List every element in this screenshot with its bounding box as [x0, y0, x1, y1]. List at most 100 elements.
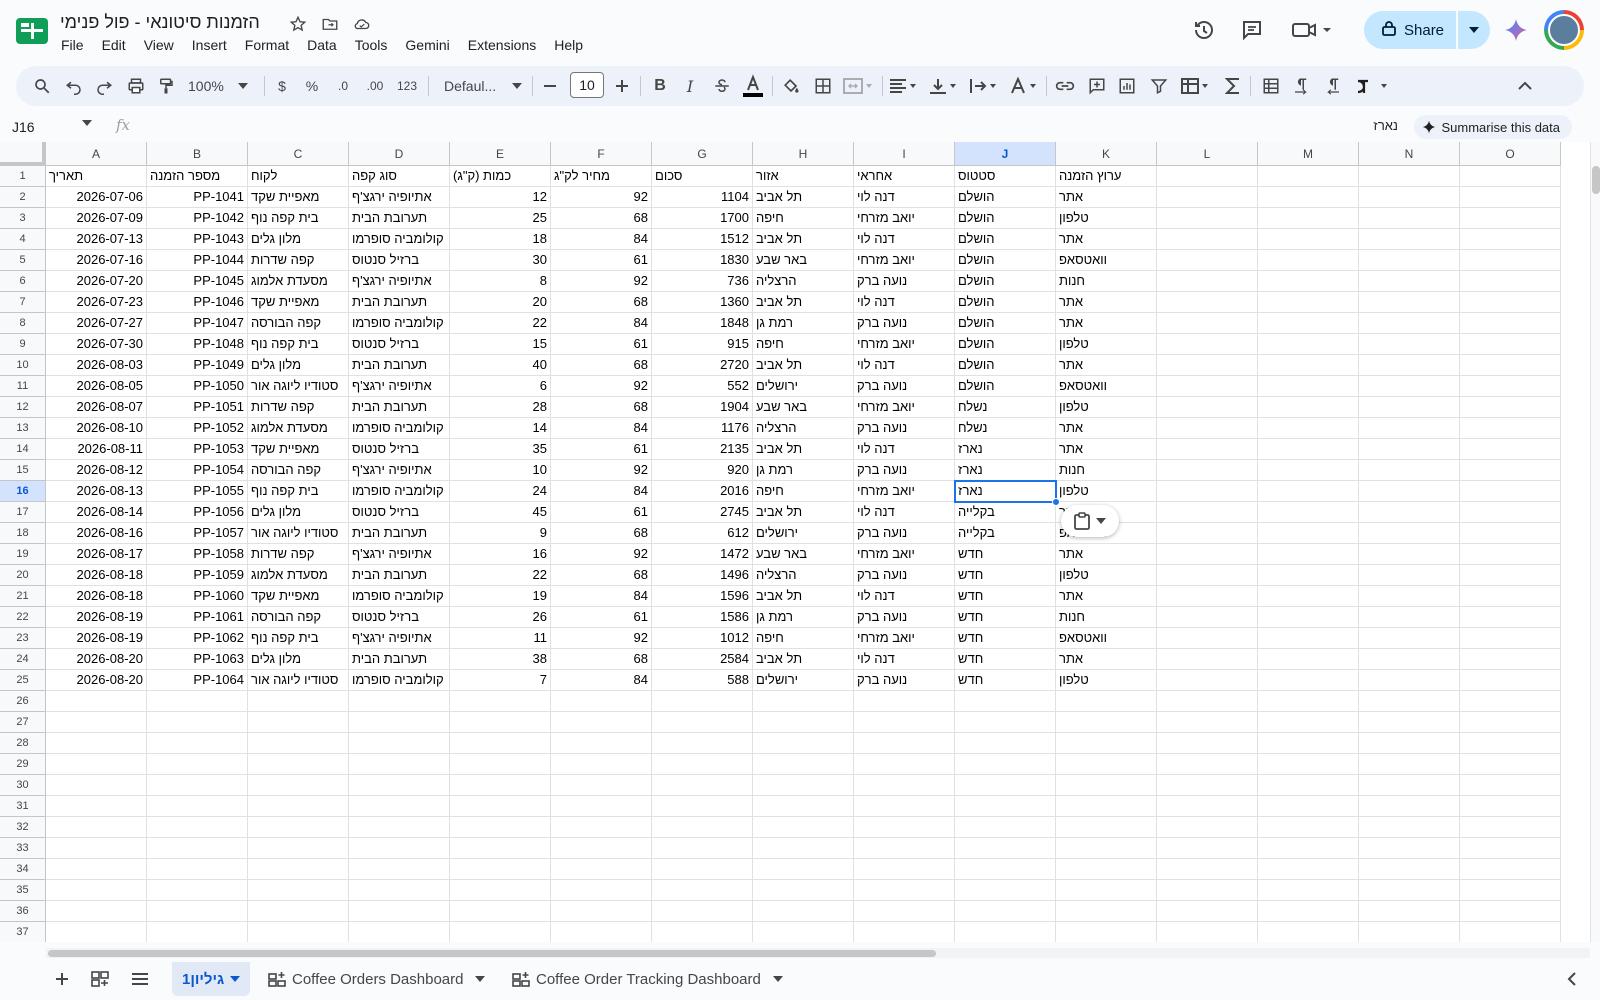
table-cell[interactable]: קפה שדרות	[248, 250, 349, 271]
table-cell[interactable]: תל אביב	[753, 229, 854, 250]
table-cell[interactable]	[248, 859, 349, 880]
table-cell[interactable]	[854, 775, 955, 796]
table-cell[interactable]	[349, 775, 450, 796]
undo-icon[interactable]	[62, 72, 86, 100]
header-cell[interactable]: תאריך	[46, 166, 147, 187]
table-cell[interactable]: קולומביה סופרמו	[349, 481, 450, 502]
table-cell[interactable]: 612	[652, 523, 753, 544]
table-cell[interactable]: ברזיל סנטוס	[349, 250, 450, 271]
row-header-30[interactable]: 30	[0, 775, 46, 796]
table-cell[interactable]: 9	[450, 523, 551, 544]
table-cell[interactable]	[1258, 397, 1359, 418]
table-cell[interactable]	[652, 775, 753, 796]
table-cell[interactable]	[248, 922, 349, 942]
table-cell[interactable]: קפה הבורסה	[248, 607, 349, 628]
table-cell[interactable]: חדש	[955, 565, 1056, 586]
table-cell[interactable]: 2584	[652, 649, 753, 670]
table-cell[interactable]: נועה ברק	[854, 418, 955, 439]
horizontal-scrollbar[interactable]	[46, 948, 1590, 958]
table-cell[interactable]	[1157, 334, 1258, 355]
column-header-a[interactable]: A	[46, 142, 147, 166]
column-header-j[interactable]: J	[955, 142, 1056, 166]
table-cell[interactable]: תערובת הבית	[349, 523, 450, 544]
table-cell[interactable]: בית קפה נוף	[248, 334, 349, 355]
table-cell[interactable]: טלפון	[1056, 565, 1157, 586]
table-cell[interactable]	[349, 901, 450, 922]
table-cell[interactable]	[652, 691, 753, 712]
column-header-o[interactable]: O	[1460, 142, 1561, 166]
table-cell[interactable]: 22	[450, 313, 551, 334]
table-cell[interactable]	[450, 838, 551, 859]
table-cell[interactable]	[1258, 250, 1359, 271]
table-cell[interactable]: 2026-07-13	[46, 229, 147, 250]
table-cell[interactable]: PP-1061	[147, 607, 248, 628]
column-header-b[interactable]: B	[147, 142, 248, 166]
table-cell[interactable]	[1056, 691, 1157, 712]
table-cell[interactable]: אתר	[1056, 187, 1157, 208]
table-cell[interactable]	[46, 796, 147, 817]
table-cell[interactable]	[1056, 859, 1157, 880]
column-header-n[interactable]: N	[1359, 142, 1460, 166]
table-cell[interactable]	[1460, 418, 1561, 439]
table-cell[interactable]	[1258, 439, 1359, 460]
table-cell[interactable]	[450, 817, 551, 838]
table-cell[interactable]: מאפיית שקד	[248, 586, 349, 607]
table-cell[interactable]: 2026-08-19	[46, 628, 147, 649]
table-cell[interactable]: מסעדת אלמוג	[248, 271, 349, 292]
table-cell[interactable]	[1460, 439, 1561, 460]
document-title[interactable]: הזמנות סיטונאי - פול פנימי	[60, 12, 260, 33]
table-cell[interactable]: אתר	[1056, 586, 1157, 607]
table-cell[interactable]: חנות	[1056, 271, 1157, 292]
table-cell[interactable]	[147, 691, 248, 712]
table-cell[interactable]: 2745	[652, 502, 753, 523]
table-cell[interactable]: אתר	[1056, 439, 1157, 460]
row-header-36[interactable]: 36	[0, 901, 46, 922]
fill-handle[interactable]	[1052, 498, 1060, 506]
table-cell[interactable]	[753, 880, 854, 901]
table-cell[interactable]	[1258, 229, 1359, 250]
table-cell[interactable]	[652, 922, 753, 942]
table-cell[interactable]: 1360	[652, 292, 753, 313]
table-cell[interactable]: 68	[551, 565, 652, 586]
table-cell[interactable]	[1359, 271, 1460, 292]
table-cell[interactable]	[1460, 565, 1561, 586]
table-cell[interactable]	[1157, 838, 1258, 859]
table-cell[interactable]	[1056, 838, 1157, 859]
table-cell[interactable]	[551, 754, 652, 775]
table-cell[interactable]	[652, 859, 753, 880]
font-family-select[interactable]: Defaul...	[438, 72, 528, 100]
table-cell[interactable]: קפה הבורסה	[248, 313, 349, 334]
table-cell[interactable]: סטודיו ליוגה אור	[248, 670, 349, 691]
table-cell[interactable]	[1157, 502, 1258, 523]
menu-edit[interactable]: Edit	[93, 35, 135, 57]
table-cell[interactable]: 68	[551, 355, 652, 376]
table-cell[interactable]	[1359, 250, 1460, 271]
table-cell[interactable]: 2720	[652, 355, 753, 376]
table-cell[interactable]: 2026-07-20	[46, 271, 147, 292]
comments-icon[interactable]	[1238, 16, 1266, 44]
table-cell[interactable]	[46, 922, 147, 942]
table-cell[interactable]	[1258, 901, 1359, 922]
table-cell[interactable]: PP-1044	[147, 250, 248, 271]
table-cell[interactable]	[551, 859, 652, 880]
spreadsheet-grid[interactable]: A B C D E F G H I J K L M N O 1 2 3 4 5 6 7 8 9 10 11 12 13 14 15 16 17…	[0, 142, 1590, 942]
table-cell[interactable]	[1359, 712, 1460, 733]
row-header-10[interactable]: 10	[0, 355, 46, 376]
table-cell[interactable]	[753, 796, 854, 817]
header-cell[interactable]: אזור	[753, 166, 854, 187]
table-cell[interactable]: נועה ברק	[854, 565, 955, 586]
table-cell[interactable]	[1460, 292, 1561, 313]
table-cell[interactable]	[1157, 796, 1258, 817]
table-cell[interactable]: 10	[450, 460, 551, 481]
table-cell[interactable]: 2026-08-13	[46, 481, 147, 502]
table-cell[interactable]: 61	[551, 502, 652, 523]
table-cell[interactable]	[1258, 313, 1359, 334]
table-cell[interactable]: אתיופיה ירגצ'ף	[349, 460, 450, 481]
table-cell[interactable]	[248, 733, 349, 754]
table-cell[interactable]	[46, 733, 147, 754]
table-cell[interactable]	[450, 712, 551, 733]
header-cell[interactable]	[1157, 166, 1258, 187]
table-cell[interactable]: 40	[450, 355, 551, 376]
table-cell[interactable]	[1460, 754, 1561, 775]
table-cell[interactable]	[652, 796, 753, 817]
